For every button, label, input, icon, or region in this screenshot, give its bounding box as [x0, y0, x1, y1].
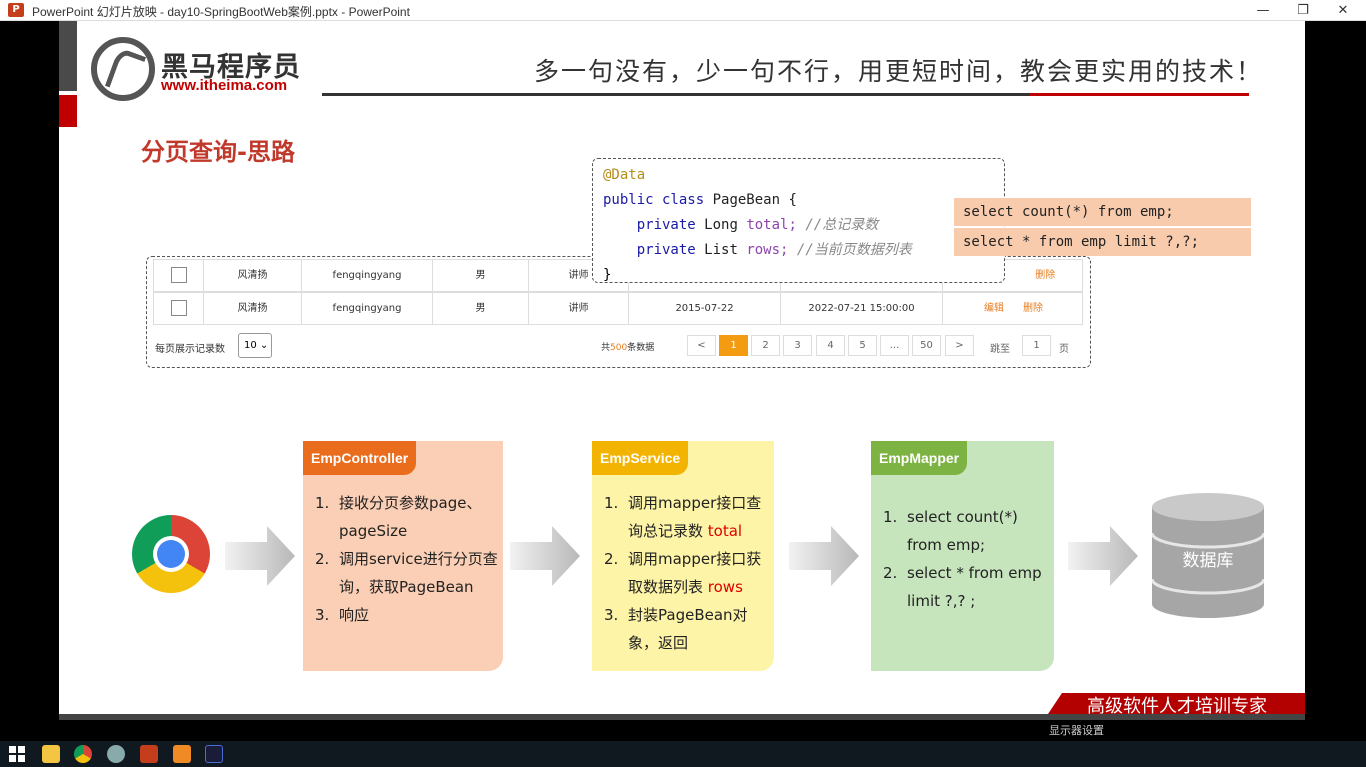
page-button[interactable]: 5 [848, 335, 877, 356]
cell-job: 讲师 [529, 293, 629, 324]
file-explorer-icon[interactable] [42, 745, 60, 763]
service-steps: 1. 调用mapper接口查询总记录数 total 2. 调用mapper接口获取数… [604, 489, 774, 657]
arrow-right-icon [789, 526, 859, 586]
logo-url: www.itheima.com [161, 77, 288, 94]
page-size-label: 每页展示记录数 [155, 344, 225, 355]
mapper-card: EmpMapper 1. select count(*) from emp; 2.… [871, 441, 1054, 671]
page-button[interactable]: 2 [751, 335, 780, 356]
slogan: 多一句没有，少一句不行，用更短时间，教会更实用的技术！ [534, 57, 1264, 86]
row-checkbox[interactable] [170, 300, 187, 316]
table-row: 风清扬 fengqingyang 男 讲师 2015-07-22 2022-07… [153, 292, 1083, 325]
cell-update-time: 2022-07-21 15:00:00 [781, 293, 943, 324]
list-item: 2. select * from emp limit ?,? ; [883, 564, 1042, 610]
goto-suffix: 页 [1059, 344, 1069, 355]
page-size-select[interactable]: 10 ⌄ [238, 333, 272, 358]
delete-link[interactable]: 删除 [1023, 303, 1043, 314]
close-button[interactable]: ✕ [1320, 0, 1366, 21]
arrow-right-icon [225, 526, 295, 586]
prev-page-button[interactable]: < [687, 335, 716, 356]
service-card: EmpService 1. 调用mapper接口查询总记录数 total 2. 调用… [592, 441, 774, 671]
controller-steps: 1. 接收分页参数page、pageSize 2. 调用service进行分页查询，… [315, 489, 503, 629]
header-divider-accent [1029, 93, 1249, 96]
controller-card: EmpController 1. 接收分页参数page、pageSize 2. 调用… [303, 441, 503, 671]
arrow-right-icon [1068, 526, 1138, 586]
list-item: 3. 响应 [315, 606, 370, 624]
intellij-taskbar-icon[interactable] [205, 745, 223, 763]
cell-gender: 男 [433, 293, 529, 324]
cell-entry-date: 2015-07-22 [629, 293, 781, 324]
mapper-steps: 1. select count(*) from emp; 2. select * f… [883, 503, 1054, 615]
slide-bottom-bar [59, 714, 1305, 720]
app-taskbar-icon[interactable] [107, 745, 125, 763]
decor-bar-dark [59, 21, 77, 91]
chrome-browser-icon [132, 515, 210, 593]
display-settings-button[interactable]: 显示器设置 [1049, 722, 1104, 738]
sql-limit: select * from emp limit ?,?; [954, 228, 1251, 256]
slide-heading: 分页查询-思路 [141, 138, 295, 166]
list-item: 2. 调用mapper接口获取数据列表 rows [604, 550, 762, 596]
sql-count: select count(*) from emp; [954, 198, 1251, 226]
powerpoint-taskbar-icon[interactable] [140, 745, 158, 763]
chrome-taskbar-icon[interactable] [74, 745, 92, 763]
slide-canvas[interactable]: 黑马程序员 www.itheima.com 多一句没有，少一句不行，用更短时间，… [59, 21, 1305, 720]
decor-bar-red [59, 95, 77, 127]
taskbar [0, 741, 1366, 767]
page-button[interactable]: 1 [719, 335, 748, 356]
goto-page-input[interactable]: 1 [1022, 335, 1051, 356]
list-item: 1. 接收分页参数page、pageSize [315, 494, 482, 540]
powerpoint-app-icon: P [8, 3, 24, 17]
cell-username: fengqingyang [302, 293, 433, 324]
window-title: PowerPoint 幻灯片放映 - day10-SpringBootWeb案例… [32, 5, 410, 19]
page-button[interactable]: 4 [816, 335, 845, 356]
goto-label: 跳至 [990, 344, 1010, 355]
list-item: 1. select count(*) from emp; [883, 508, 1018, 554]
controller-title: EmpController [303, 441, 417, 475]
windows-start-icon[interactable] [8, 745, 26, 763]
cell-username: fengqingyang [302, 260, 433, 291]
list-item: 1. 调用mapper接口查询总记录数 total [604, 494, 762, 540]
itheima-logo-icon [91, 37, 155, 101]
total-records: 共500条数据 [601, 343, 655, 353]
page-ellipsis: ... [880, 335, 909, 356]
page-button[interactable]: 50 [912, 335, 941, 356]
arrow-right-icon [510, 526, 580, 586]
page-button[interactable]: 3 [783, 335, 812, 356]
database-label: 数据库 [1182, 551, 1234, 571]
cell-name: 风清扬 [204, 293, 302, 324]
list-item: 3. 封装PageBean对象，返回 [604, 606, 748, 652]
delete-link[interactable]: 删除 [1035, 270, 1055, 281]
service-title: EmpService [592, 441, 689, 475]
app-taskbar-icon[interactable] [173, 745, 191, 763]
edit-link[interactable]: 编辑 [984, 303, 1004, 314]
window-titlebar: P PowerPoint 幻灯片放映 - day10-SpringBootWeb… [0, 0, 1366, 21]
row-checkbox[interactable] [170, 267, 187, 283]
chevron-down-icon: ⌄ [259, 340, 269, 351]
pagebean-code: @Data public class PageBean { private Lo… [592, 158, 1005, 283]
mapper-title: EmpMapper [871, 441, 968, 475]
cell-name: 风清扬 [204, 260, 302, 291]
list-item: 2. 调用service进行分页查询，获取PageBean [315, 550, 498, 596]
cell-gender: 男 [433, 260, 529, 291]
next-page-button[interactable]: > [945, 335, 974, 356]
